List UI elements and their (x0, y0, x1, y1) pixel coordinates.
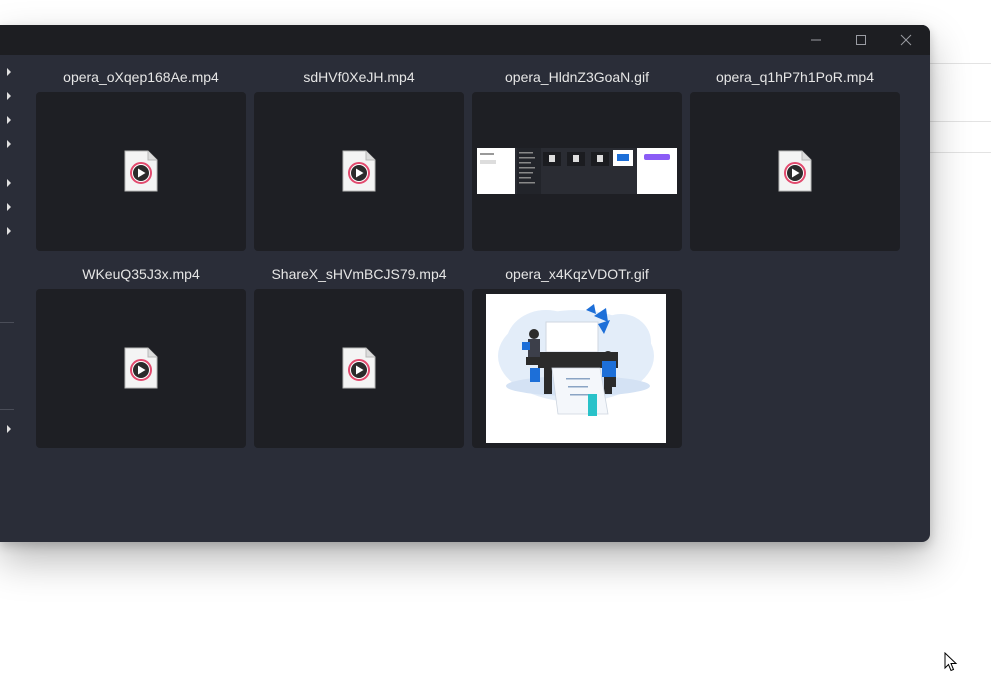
chevron-right-icon[interactable] (5, 425, 13, 433)
chevron-right-icon[interactable] (5, 116, 13, 124)
file-thumbnail[interactable] (36, 289, 246, 448)
close-button[interactable] (884, 25, 928, 55)
video-file-icon (778, 150, 812, 192)
title-bar[interactable] (0, 25, 930, 55)
file-thumbnail[interactable] (36, 92, 246, 251)
chevron-right-icon[interactable] (5, 203, 13, 211)
gif-illustration-preview (486, 294, 666, 443)
file-name: opera_HldnZ3GoaN.gif (505, 69, 649, 85)
close-icon (900, 34, 912, 46)
file-browser-window: opera_oXqep168Ae.mp4 sdHVf0XeJH.mp4 oper (0, 25, 930, 542)
chevron-right-icon[interactable] (5, 227, 13, 235)
file-name: sdHVf0XeJH.mp4 (303, 69, 415, 85)
chevron-right-icon[interactable] (5, 68, 13, 76)
file-name: opera_oXqep168Ae.mp4 (63, 69, 219, 85)
maximize-icon (856, 35, 866, 45)
background-divider (930, 63, 991, 64)
folder-tree (0, 55, 22, 542)
background-divider (930, 121, 991, 122)
file-name: WKeuQ35J3x.mp4 (82, 266, 200, 282)
file-thumbnail[interactable] (690, 92, 900, 251)
file-name: opera_q1hP7h1PoR.mp4 (715, 69, 874, 85)
file-thumbnail[interactable] (472, 92, 682, 251)
gif-screenshot-preview (477, 148, 677, 194)
maximize-button[interactable] (839, 25, 883, 55)
video-file-icon (124, 150, 158, 192)
minimize-icon (811, 39, 821, 41)
video-file-icon (342, 347, 376, 389)
video-file-icon (124, 347, 158, 389)
chevron-right-icon[interactable] (5, 140, 13, 148)
file-thumbnail[interactable] (472, 289, 682, 448)
background-divider (930, 152, 991, 153)
mouse-pointer-icon (944, 652, 958, 672)
sidebar-divider (0, 322, 14, 323)
chevron-right-icon[interactable] (5, 179, 13, 187)
file-thumbnail[interactable] (254, 92, 464, 251)
file-name: opera_x4KqzVDOTr.gif (505, 266, 649, 282)
sidebar-divider (0, 409, 14, 410)
file-name: ShareX_sHVmBCJS79.mp4 (271, 266, 447, 282)
video-file-icon (342, 150, 376, 192)
file-thumbnail[interactable] (254, 289, 464, 448)
minimize-button[interactable] (794, 25, 838, 55)
chevron-right-icon[interactable] (5, 92, 13, 100)
